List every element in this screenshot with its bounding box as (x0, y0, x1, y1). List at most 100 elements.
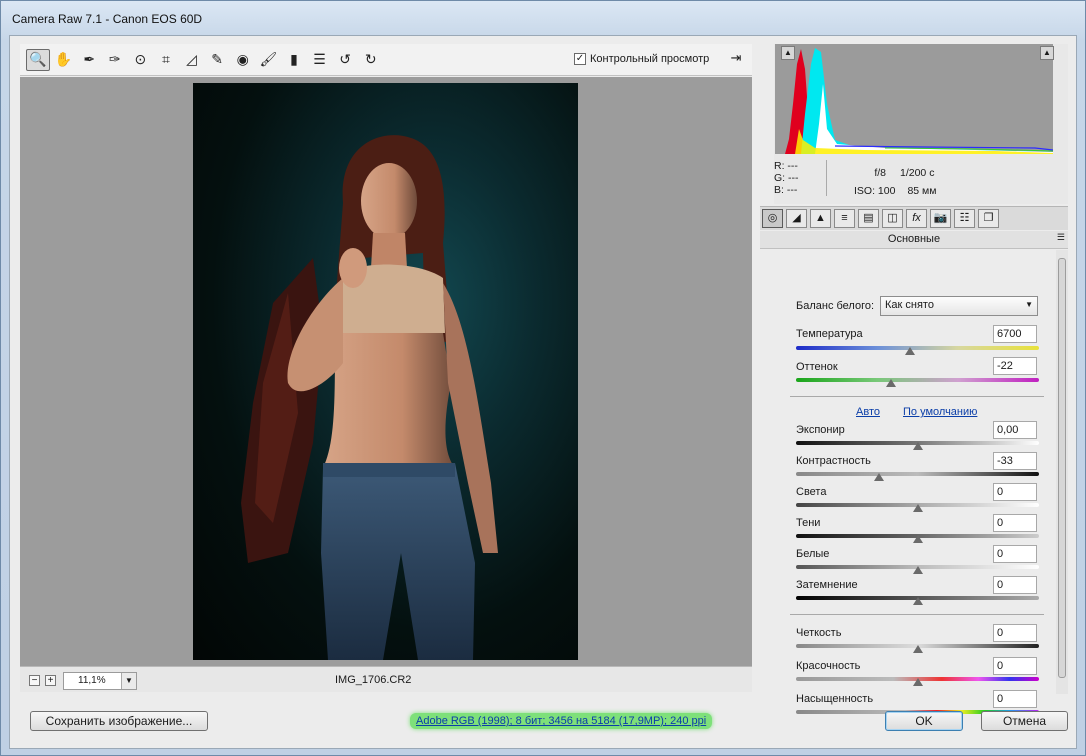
effects-tab-icon[interactable]: fx (906, 209, 927, 228)
workflow-options-link[interactable]: Adobe RGB (1998); 8 бит; 3456 на 5184 (1… (410, 713, 713, 729)
vibrance-label: Красочность (796, 660, 861, 672)
save-image-button[interactable]: Сохранить изображение... (30, 711, 208, 731)
preview-status-bar: − + 11,1% ▼ IMG_1706.CR2 (20, 666, 752, 692)
whites-slider-thumb[interactable] (912, 566, 923, 574)
image-preview-area[interactable] (20, 77, 752, 666)
shadows-input[interactable]: 0 (993, 514, 1037, 532)
whites-input[interactable]: 0 (993, 545, 1037, 563)
graduated-filter-icon[interactable]: ▮ (282, 49, 306, 71)
rotate-right-icon[interactable]: ↻ (359, 49, 383, 71)
iso-value: ISO: 100 (854, 185, 896, 197)
white-balance-value: Как снято (885, 299, 934, 311)
lens-tab-icon[interactable]: ◫ (882, 209, 903, 228)
highlight-clipping-icon[interactable]: ▲ (1040, 46, 1054, 60)
tint-label: Оттенок (796, 361, 838, 373)
shadow-clipping-icon[interactable]: ▲ (781, 46, 795, 60)
shadows-slider-thumb[interactable] (912, 535, 923, 543)
portrait-photo-image (241, 135, 498, 660)
rgb-g: G: --- (774, 172, 799, 184)
highlights-slider-thumb[interactable] (912, 504, 923, 512)
histogram-graph (785, 48, 1053, 154)
focal-length-value: 85 мм (907, 185, 937, 197)
tint-slider-track[interactable] (796, 378, 1039, 382)
rgb-readout: R: --- G: --- B: --- (774, 160, 799, 196)
clarity-input[interactable]: 0 (993, 624, 1037, 642)
split-toning-tab-icon[interactable]: ▤ (858, 209, 879, 228)
histogram-panel: ▲ ▲ R: --- G: --- B: --- f/8 1/200 с ISO:… (774, 44, 1068, 204)
white-balance-icon[interactable]: ✒ (77, 49, 101, 71)
camera-calibration-tab-icon[interactable]: 📷 (930, 209, 951, 228)
basic-tab-icon[interactable]: ◎ (762, 209, 783, 228)
presets-tab-icon[interactable]: ☷ (954, 209, 975, 228)
hsl-tab-icon[interactable]: ≡ (834, 209, 855, 228)
zoom-icon[interactable]: 🔍 (26, 48, 50, 71)
tone-curve-tab-icon[interactable]: ◢ (786, 209, 807, 228)
target-adjust-icon[interactable]: ⊙ (128, 49, 152, 71)
panel-scroll-thumb[interactable] (1058, 258, 1066, 678)
tint-input[interactable]: -22 (993, 357, 1037, 375)
highlights-input[interactable]: 0 (993, 483, 1037, 501)
rgb-b: B: --- (774, 184, 798, 196)
contrast-label: Контрастность (796, 455, 871, 467)
blacks-slider-thumb[interactable] (912, 597, 923, 605)
shadows-label: Тени (796, 517, 821, 529)
fullscreen-icon[interactable]: ⇥ (726, 50, 746, 68)
adjustment-panel-tabs: ◎ ◢ ▲ ≡ ▤ ◫ fx 📷 ☷ ❐ (760, 206, 1068, 230)
section-divider (790, 614, 1044, 615)
contrast-slider-track[interactable] (796, 472, 1039, 476)
rotate-left-icon[interactable]: ↺ (333, 49, 357, 71)
temperature-input[interactable]: 6700 (993, 325, 1037, 343)
temperature-label: Температура (796, 328, 863, 340)
vibrance-input[interactable]: 0 (993, 657, 1037, 675)
zoom-out-button[interactable]: − (29, 675, 40, 686)
exposure-info: f/8 1/200 с ISO: 100 85 мм (854, 164, 937, 200)
blacks-label: Затемнение (796, 579, 858, 591)
temperature-slider-track[interactable] (796, 346, 1039, 350)
saturation-input[interactable]: 0 (993, 690, 1037, 708)
red-eye-icon[interactable]: ◉ (231, 49, 255, 71)
exposure-label: Экспонир (796, 424, 845, 436)
contrast-input[interactable]: -33 (993, 452, 1037, 470)
preview-checkbox[interactable]: ✓ (574, 53, 586, 65)
saturation-label: Насыщенность (796, 693, 874, 705)
hand-icon[interactable]: ✋ (52, 49, 76, 71)
detail-tab-icon[interactable]: ▲ (810, 209, 831, 228)
panel-title: Основные ☰ (760, 231, 1068, 249)
whites-label: Белые (796, 548, 830, 560)
contrast-slider-thumb[interactable] (873, 473, 884, 481)
panel-menu-icon[interactable]: ☰ (1057, 232, 1065, 243)
photo-preview (193, 83, 578, 660)
temperature-slider-thumb[interactable] (905, 347, 916, 355)
ok-button[interactable]: OK (885, 711, 963, 731)
adjustment-brush-icon[interactable]: 🖌 (256, 49, 280, 71)
preferences-icon[interactable]: ☰ (308, 49, 332, 71)
section-divider (790, 396, 1044, 397)
crop-icon[interactable]: ⌗ (154, 49, 178, 71)
blacks-input[interactable]: 0 (993, 576, 1037, 594)
histogram (775, 44, 1053, 154)
cancel-button[interactable]: Отмена (981, 711, 1068, 731)
exposure-slider-thumb[interactable] (912, 442, 923, 450)
tool-bar: 🔍 ✋ ✒ ✑ ⊙ ⌗ ◿ ✎ ◉ 🖌 ▮ ☰ ↺ ↻ ✓ Контрольны… (20, 44, 752, 76)
shutter-value: 1/200 с (900, 167, 935, 179)
snapshots-tab-icon[interactable]: ❐ (978, 209, 999, 228)
highlights-label: Света (796, 486, 827, 498)
exposure-input[interactable]: 0,00 (993, 421, 1037, 439)
panel-scrollbar[interactable] (1056, 250, 1068, 694)
white-balance-select[interactable]: Как снято ▼ (880, 296, 1038, 316)
white-balance-label: Баланс белого: (796, 300, 875, 312)
clarity-slider-thumb[interactable] (912, 645, 923, 653)
vibrance-slider-thumb[interactable] (912, 678, 923, 686)
zoom-level-value: 11,1% (78, 675, 106, 686)
tint-slider-thumb[interactable] (885, 379, 896, 387)
rgb-r: R: --- (774, 160, 798, 172)
spot-removal-icon[interactable]: ✎ (205, 49, 229, 71)
preview-toggle[interactable]: ✓ Контрольный просмотр (574, 53, 709, 65)
auto-link[interactable]: Авто (856, 406, 880, 418)
zoom-in-button[interactable]: + (45, 675, 56, 686)
straighten-icon[interactable]: ◿ (180, 49, 204, 71)
zoom-dropdown-icon[interactable]: ▼ (121, 673, 136, 689)
color-sampler-icon[interactable]: ✑ (103, 49, 127, 71)
default-link[interactable]: По умолчанию (903, 406, 977, 418)
panel-title-text: Основные (887, 233, 941, 245)
